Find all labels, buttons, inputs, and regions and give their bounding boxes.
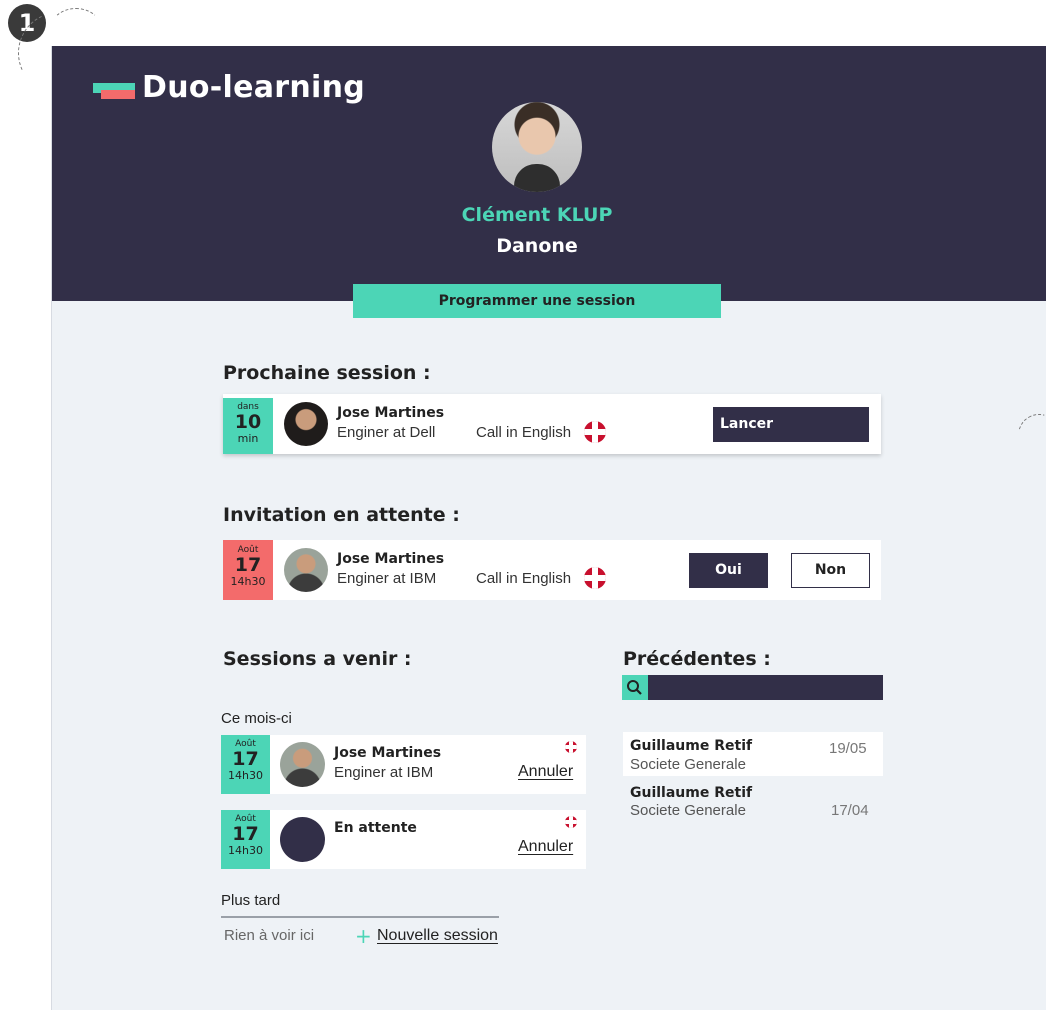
new-session-link[interactable]: Nouvelle session [377,927,498,945]
next-session-date: dans 10 min [223,398,273,454]
avatar-body [514,164,560,192]
next-session-title: Prochaine session : [223,362,431,384]
uk-flag-icon [584,567,606,589]
launch-session-button[interactable]: Lancer [713,407,869,442]
upcoming-session-card: Août 17 14h30 Jose Martines Enginer at I… [221,735,586,794]
pending-invitation-card: Août 17 14h30 Jose Martines Enginer at I… [223,540,881,600]
logo-mark [101,90,135,99]
empty-message: Rien à voir ici [224,927,315,944]
accept-invitation-button[interactable]: Oui [689,553,768,588]
date-day: 17 [232,823,259,845]
previous-session-item[interactable]: Guillaume Retif Societe Generale 17/04 [623,780,883,824]
previous-sessions-title: Précédentes : [623,648,771,670]
cancel-session-link[interactable]: Annuler [518,838,573,856]
person-name: Guillaume Retif [630,738,753,754]
plus-icon[interactable]: + [355,924,372,948]
uk-flag-icon [565,741,577,753]
search-input[interactable] [650,677,882,699]
schedule-session-button[interactable]: Programmer une session [353,284,721,318]
uk-flag-icon [565,816,577,828]
person-avatar [284,402,328,446]
later-divider [221,916,499,918]
upcoming-session-card: Août 17 14h30 En attente Annuler [221,810,586,869]
call-language: Call in English [476,424,572,441]
uk-flag-icon [584,421,606,443]
date-day: 17 [232,748,259,770]
user-name: Clément KLUP [461,204,613,226]
session-date: Août 17 14h30 [221,810,270,869]
cancel-session-link[interactable]: Annuler [518,763,573,781]
person-name: Guillaume Retif [630,785,753,801]
person-company: Societe Generale [630,802,746,819]
person-role: Enginer at IBM [337,570,437,587]
upcoming-sessions-title: Sessions a venir : [223,648,412,670]
date-bottom: min [237,432,259,445]
person-role: Enginer at IBM [334,764,434,781]
search-bar[interactable] [622,675,883,700]
date-time: 14h30 [228,844,263,857]
person-name: Jose Martines [337,551,445,567]
pending-invitation-title: Invitation en attente : [223,504,460,526]
call-language: Call in English [476,570,572,587]
person-company: Societe Generale [630,756,746,773]
session-date: Août 17 14h30 [221,735,270,794]
session-date: 19/05 [829,740,867,757]
pending-status: En attente [334,820,417,836]
app-title: Duo-learning [142,70,366,105]
decline-invitation-button[interactable]: Non [791,553,870,588]
date-day: 10 [234,411,262,433]
person-name: Jose Martines [337,405,445,421]
later-label: Plus tard [221,892,281,909]
date-time: 14h30 [228,769,263,782]
previous-session-item[interactable]: Guillaume Retif Societe Generale 19/05 [623,732,883,776]
decorative-dashed-arc [50,8,102,50]
search-icon[interactable] [622,675,648,700]
user-company: Danone [496,235,578,257]
person-role: Enginer at Dell [337,424,436,441]
pending-date: Août 17 14h30 [223,540,273,600]
person-avatar [280,742,325,787]
date-time: 14h30 [230,575,266,588]
app-frame: Duo-learning Clément KLUP Danone Program… [51,46,1046,1010]
session-date: 17/04 [831,802,869,819]
person-avatar [284,548,328,592]
person-name: Jose Martines [334,745,442,761]
placeholder-avatar [280,817,325,862]
next-session-card: dans 10 min Jose Martines Enginer at Del… [223,394,881,454]
this-month-label: Ce mois-ci [221,710,292,727]
date-day: 17 [234,554,262,576]
user-avatar[interactable] [492,102,582,192]
